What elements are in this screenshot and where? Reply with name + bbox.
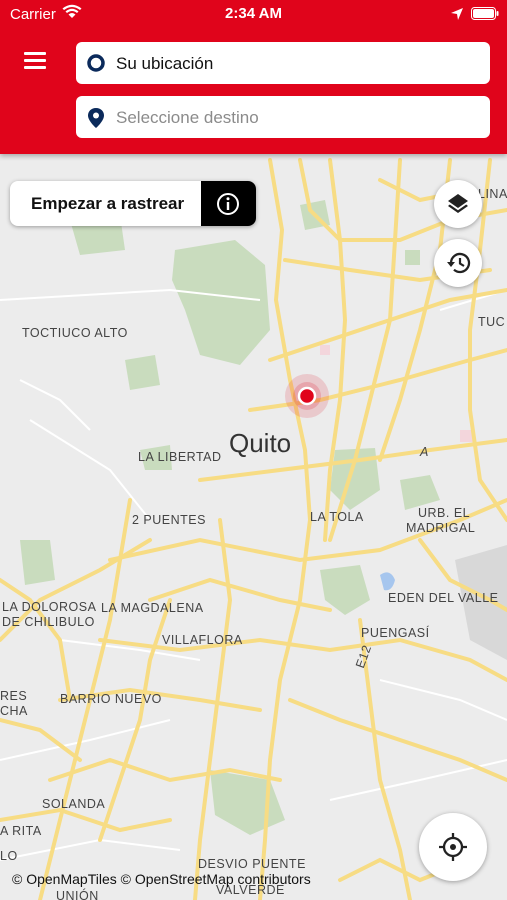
label-res: RES xyxy=(0,689,27,703)
crosshair-icon xyxy=(439,833,467,861)
origin-field[interactable]: Su ubicación xyxy=(76,42,490,84)
city-label-quito: Quito xyxy=(229,428,291,458)
label-la-dolorosa: LA DOLOROSA xyxy=(2,600,97,614)
start-tracking-button[interactable]: Empezar a rastrear xyxy=(10,181,256,226)
label-eden-del-valle: EDEN DEL VALLE xyxy=(388,591,499,605)
label-cha: CHA xyxy=(0,704,28,718)
current-location-marker[interactable] xyxy=(297,386,317,406)
start-tracking-label: Empezar a rastrear xyxy=(31,194,185,213)
label-2-puentes: 2 PUENTES xyxy=(132,513,206,527)
info-button[interactable] xyxy=(201,181,256,226)
layers-button[interactable] xyxy=(434,180,482,228)
status-bar: Carrier 2:34 AM xyxy=(0,0,507,28)
map-pin-icon xyxy=(88,108,104,128)
origin-value: Su ubicación xyxy=(116,54,214,73)
label-a-rita: A RITA xyxy=(0,824,42,838)
destination-field[interactable]: Seleccione destino xyxy=(76,96,490,138)
label-la-tola: LA TOLA xyxy=(310,510,364,524)
label-a: A xyxy=(419,445,429,459)
map-attribution[interactable]: © OpenMapTiles © OpenStreetMap contribut… xyxy=(12,871,311,887)
label-union: UNIÓN xyxy=(56,888,99,900)
label-la-libertad: LA LIBERTAD xyxy=(138,450,222,464)
destination-placeholder: Seleccione destino xyxy=(116,108,259,127)
info-icon xyxy=(217,193,239,215)
battery-icon xyxy=(471,7,499,20)
location-arrow-icon xyxy=(451,8,463,20)
hospital-area xyxy=(320,345,330,355)
history-icon xyxy=(447,252,471,274)
my-location-button[interactable] xyxy=(419,813,487,881)
layers-icon xyxy=(448,194,468,213)
history-button[interactable] xyxy=(434,239,482,287)
ring-icon xyxy=(87,54,105,72)
label-lo: LO xyxy=(0,849,18,863)
label-tuc: TUC xyxy=(478,315,505,329)
label-de-chilibulo: DE CHILIBULO xyxy=(2,615,95,629)
menu-button[interactable] xyxy=(18,46,54,76)
status-time: 2:34 AM xyxy=(225,5,282,22)
label-madrigal: MADRIGAL xyxy=(406,521,475,535)
label-la-magdalena: LA MAGDALENA xyxy=(101,601,204,615)
label-solanda: SOLANDA xyxy=(42,797,105,811)
label-villaflora: VILLAFLORA xyxy=(162,633,243,647)
label-desvio-puente: DESVIO PUENTE xyxy=(198,857,306,871)
label-urb-el: URB. EL xyxy=(418,506,470,520)
hamburger-icon xyxy=(24,52,46,55)
label-barrio-nuevo: BARRIO NUEVO xyxy=(60,692,162,706)
label-lina: LINA xyxy=(478,187,507,201)
label-puengasi: PUENGASÍ xyxy=(361,625,430,640)
label-toctiuco-alto: TOCTIUCO ALTO xyxy=(22,326,128,340)
